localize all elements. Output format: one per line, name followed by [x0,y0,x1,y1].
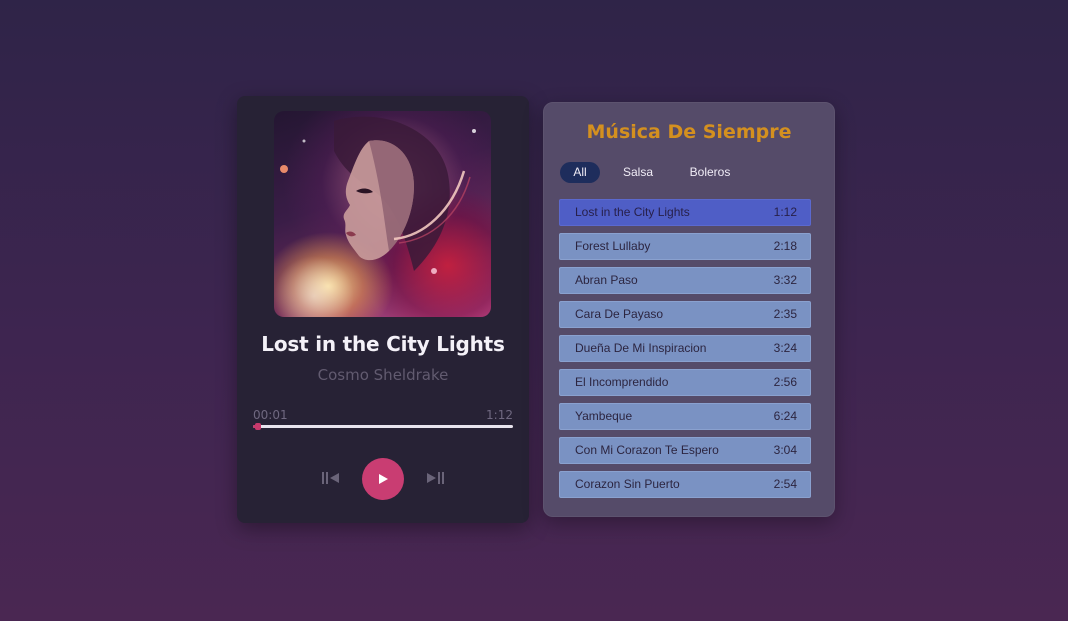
skip-previous-button[interactable] [320,468,342,488]
song-duration: 3:32 [773,273,797,287]
song-title: Dueña De Mi Inspiracion [575,341,707,355]
song-title: Corazon Sin Puerto [575,477,680,491]
skip-next-button[interactable] [424,468,446,488]
song-title: El Incomprendido [575,375,669,389]
music-player-card: Lost in the City Lights Cosmo Sheldrake … [237,96,529,523]
track-artist: Cosmo Sheldrake [317,366,449,384]
song-duration: 2:35 [773,307,797,321]
progress-thumb[interactable] [255,423,261,430]
song-title: Yambeque [575,409,633,423]
song-title: Abran Paso [575,273,638,287]
song-item[interactable]: El Incomprendido 2:56 [559,369,811,396]
track-title: Lost in the City Lights [261,332,505,356]
play-button[interactable] [362,458,404,500]
track-duration: 1:12 [486,408,513,422]
song-duration: 2:56 [773,375,797,389]
cover-art-illustration [274,116,476,317]
tab-salsa[interactable]: Salsa [615,162,661,183]
song-duration: 1:12 [773,205,797,219]
skip-next-icon [427,472,444,484]
album-cover-image [274,111,491,317]
song-duration: 2:18 [773,239,797,253]
playlist-title: Música De Siempre [586,121,792,143]
tab-all[interactable]: All [560,162,600,183]
current-time: 00:01 [253,408,288,422]
song-title: Lost in the City Lights [575,205,690,219]
song-item[interactable]: Forest Lullaby 2:18 [559,233,811,260]
song-duration: 3:24 [773,341,797,355]
song-duration: 6:24 [773,409,797,423]
progress-bar[interactable] [253,423,513,430]
song-title: Con Mi Corazon Te Espero [575,443,719,457]
song-item[interactable]: Con Mi Corazon Te Espero 3:04 [559,437,811,464]
song-item[interactable]: Lost in the City Lights 1:12 [559,199,811,226]
song-item[interactable]: Cara De Payaso 2:35 [559,301,811,328]
tab-boleros[interactable]: Boleros [680,162,740,183]
song-duration: 2:54 [773,477,797,491]
song-title: Forest Lullaby [575,239,651,253]
song-item[interactable]: Abran Paso 3:32 [559,267,811,294]
song-item[interactable]: Dueña De Mi Inspiracion 3:24 [559,335,811,362]
playlist-card: Música De Siempre All Salsa Boleros Lost… [543,102,835,517]
play-icon [379,474,388,484]
skip-previous-icon [322,472,339,484]
song-duration: 3:04 [773,443,797,457]
song-title: Cara De Payaso [575,307,664,321]
song-item[interactable]: Yambeque 6:24 [559,403,811,430]
song-item[interactable]: Corazon Sin Puerto 2:54 [559,471,811,498]
